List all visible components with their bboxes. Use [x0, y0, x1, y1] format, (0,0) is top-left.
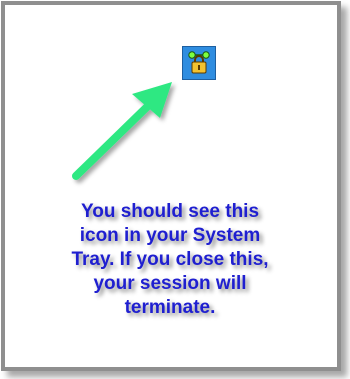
instruction-message: You should see this icon in your System …	[71, 201, 269, 318]
network-lock-icon	[182, 46, 216, 80]
